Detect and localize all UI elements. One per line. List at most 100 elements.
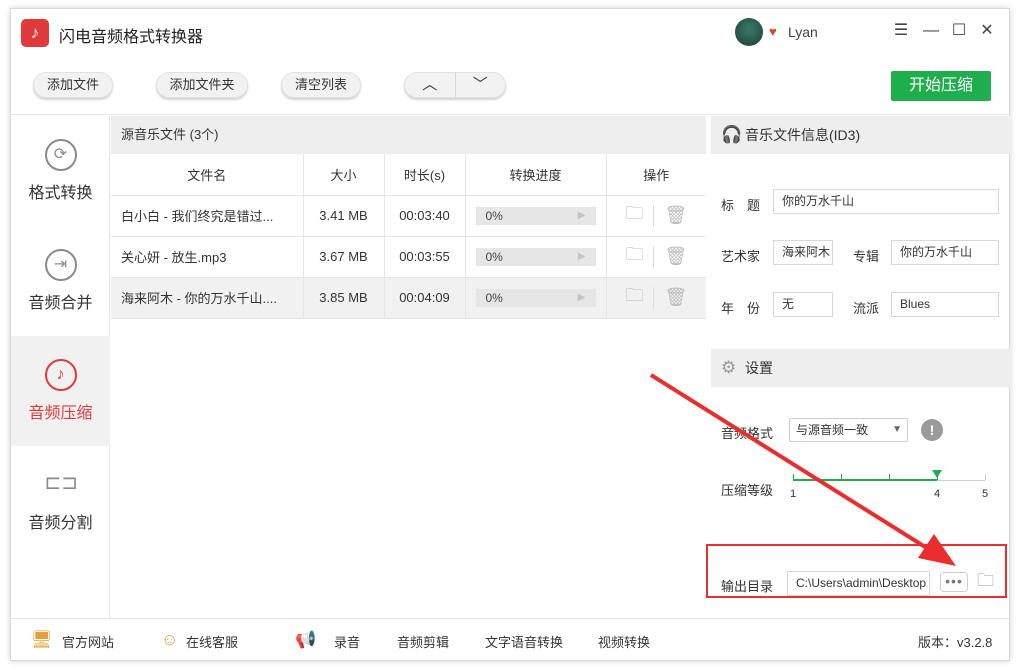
file-duration: 00:03:55: [384, 236, 466, 278]
slider-tick: [793, 474, 794, 480]
folder-icon[interactable]: 🗀: [625, 201, 643, 231]
level-min: 1: [790, 488, 797, 500]
artist-label: 艺术家: [721, 249, 761, 264]
play-icon[interactable]: ▶: [578, 289, 586, 307]
warning-icon[interactable]: !: [921, 419, 943, 441]
move-up-button[interactable]: ︿: [405, 73, 456, 97]
sidebar-item-label: 音频分割: [28, 515, 93, 532]
start-compress-button[interactable]: 开始压缩: [891, 71, 991, 101]
column-header: 操作: [606, 154, 706, 196]
genre-label: 流派: [853, 301, 880, 316]
move-down-button[interactable]: ﹀: [456, 73, 506, 97]
format-select[interactable]: 与源音频一致 ▼: [789, 418, 908, 442]
column-header: 大小: [303, 154, 385, 196]
user-avatar[interactable]: [735, 18, 763, 46]
file-list-panel: 源音乐文件 (3个) 文件名 大小 时长(s) 转换进度 操作 白小白 - 我们…: [111, 116, 706, 618]
trash-icon[interactable]: 🗑: [664, 287, 687, 308]
app-logo-icon: ♪: [21, 19, 49, 47]
folder-icon[interactable]: 🗀: [625, 242, 643, 272]
level-max: 5: [982, 488, 989, 500]
split-icon: ⊏⊐: [44, 472, 79, 494]
file-name: 海来阿木 - 你的万水千山....: [111, 277, 304, 319]
compress-level-label: 压缩等级: [721, 483, 774, 498]
play-icon[interactable]: ▶: [578, 248, 586, 266]
toolbar: 添加文件 添加文件夹 清空列表 ︿ ﹀: [11, 57, 1009, 115]
progress-bar: 0% ▶: [475, 206, 596, 225]
sidebar-item-audio-split[interactable]: ⊏⊐ 音频分割: [11, 446, 110, 556]
audio-edit-link[interactable]: 音频剪辑: [397, 632, 449, 651]
progress-text: 0%: [485, 249, 503, 264]
add-folder-button[interactable]: 添加文件夹: [156, 72, 248, 98]
table-row[interactable]: 白小白 - 我们终究是错过... 3.41 MB 00:03:40 0% ▶ 🗀 🗑: [111, 195, 706, 237]
file-table: 文件名 大小 时长(s) 转换进度 操作 白小白 - 我们终究是错过... 3.…: [111, 154, 706, 319]
slider-tick: [985, 474, 986, 480]
clear-list-button[interactable]: 清空列表: [281, 72, 361, 98]
file-size: 3.85 MB: [303, 277, 385, 319]
table-row[interactable]: 关心妍 - 放生.mp3 3.67 MB 00:03:55 0% ▶ 🗀 🗑: [111, 236, 706, 278]
menu-icon[interactable]: ☰: [891, 21, 911, 41]
format-select-value: 与源音频一致: [796, 423, 869, 437]
file-name: 白小白 - 我们终究是错过...: [111, 195, 304, 237]
title-field[interactable]: 你的万水千山: [773, 189, 999, 214]
open-folder-icon[interactable]: 🗀: [977, 571, 1001, 591]
progress-text: 0%: [485, 290, 503, 305]
sidebar-item-audio-compress[interactable]: ♪ 音频压缩: [11, 336, 110, 446]
id3-title: 音乐文件信息(ID3): [745, 127, 861, 143]
user-name[interactable]: Lyan: [788, 24, 818, 40]
close-icon[interactable]: ✕: [977, 21, 997, 41]
app-title: 闪电音频格式转换器: [59, 29, 204, 46]
year-field[interactable]: 无: [773, 292, 833, 317]
slider-thumb[interactable]: [932, 470, 942, 478]
sidebar-item-audio-merge[interactable]: ⇥ 音频合并: [11, 226, 110, 336]
file-name: 关心妍 - 放生.mp3: [111, 236, 304, 278]
column-header: 转换进度: [465, 154, 607, 196]
play-icon[interactable]: ▶: [578, 207, 586, 225]
year-label: 年 份: [721, 301, 761, 316]
reorder-buttons: ︿ ﹀: [404, 72, 506, 98]
sidebar-item-format-convert[interactable]: ⟳ 格式转换: [11, 116, 110, 226]
record-link[interactable]: 录音: [334, 632, 360, 651]
video-convert-link[interactable]: 视频转换: [598, 632, 650, 651]
settings-title: 设置: [745, 360, 773, 376]
file-size: 3.41 MB: [303, 195, 385, 237]
table-header-row: 文件名 大小 时长(s) 转换进度 操作: [111, 154, 706, 196]
website-link[interactable]: 官方网站: [62, 632, 114, 651]
monitor-icon: 🖥: [31, 630, 53, 649]
app-window: ♪ 闪电音频格式转换器 ♥ Lyan ☰ — ☐ ✕ 添加文件 添加文件夹 清空…: [10, 8, 1011, 662]
add-file-button[interactable]: 添加文件: [33, 72, 113, 98]
slider-tick: [841, 474, 842, 480]
table-row[interactable]: 海来阿木 - 你的万水千山.... 3.85 MB 00:04:09 0% ▶ 🗀…: [111, 277, 706, 319]
music-note-icon: ♪: [44, 359, 77, 391]
sidebar-item-label: 音频合并: [28, 295, 93, 312]
album-field[interactable]: 你的万水千山: [891, 240, 999, 265]
headphones-icon: 🎧: [721, 125, 743, 144]
slider-tick: [889, 474, 890, 480]
trash-icon[interactable]: 🗑: [664, 205, 687, 226]
file-list-header: 源音乐文件 (3个): [111, 116, 706, 154]
artist-field[interactable]: 海来阿木: [773, 240, 833, 265]
chevron-down-icon: ▼: [892, 424, 902, 435]
megaphone-icon: 📢: [295, 630, 317, 649]
tts-link[interactable]: 文字语音转换: [485, 632, 563, 651]
sidebar-item-label: 格式转换: [28, 185, 93, 202]
compress-level-slider[interactable]: 1 4 5: [790, 470, 988, 500]
output-dir-field[interactable]: C:\Users\admin\Desktop: [787, 571, 930, 596]
title-label: 标 题: [721, 198, 761, 213]
folder-icon[interactable]: 🗀: [625, 283, 643, 313]
minimize-icon[interactable]: —: [921, 21, 941, 41]
file-duration: 00:03:40: [384, 195, 466, 237]
right-panel: 🎧 音乐文件信息(ID3) 标 题 你的万水千山 艺术家 海来阿木 专辑 你的万…: [706, 116, 1011, 618]
trash-icon[interactable]: 🗑: [664, 246, 687, 267]
file-duration: 00:04:09: [384, 277, 466, 319]
output-dir-label: 输出目录: [721, 579, 774, 594]
genre-field[interactable]: Blues: [891, 292, 999, 317]
id3-section-header: 🎧 音乐文件信息(ID3): [711, 116, 1011, 154]
bottom-bar: 🖥 官方网站 ☺ 在线客服 📢 录音 音频剪辑 文字语音转换 视频转换 版本：v…: [11, 618, 1009, 662]
level-value: 4: [934, 488, 941, 500]
album-label: 专辑: [853, 249, 880, 264]
support-link[interactable]: 在线客服: [186, 632, 238, 651]
maximize-icon[interactable]: ☐: [949, 21, 969, 41]
browse-button[interactable]: •••: [940, 572, 968, 592]
support-icon: ☺: [161, 630, 179, 649]
title-bar: ♪ 闪电音频格式转换器 ♥ Lyan ☰ — ☐ ✕: [11, 9, 1009, 57]
